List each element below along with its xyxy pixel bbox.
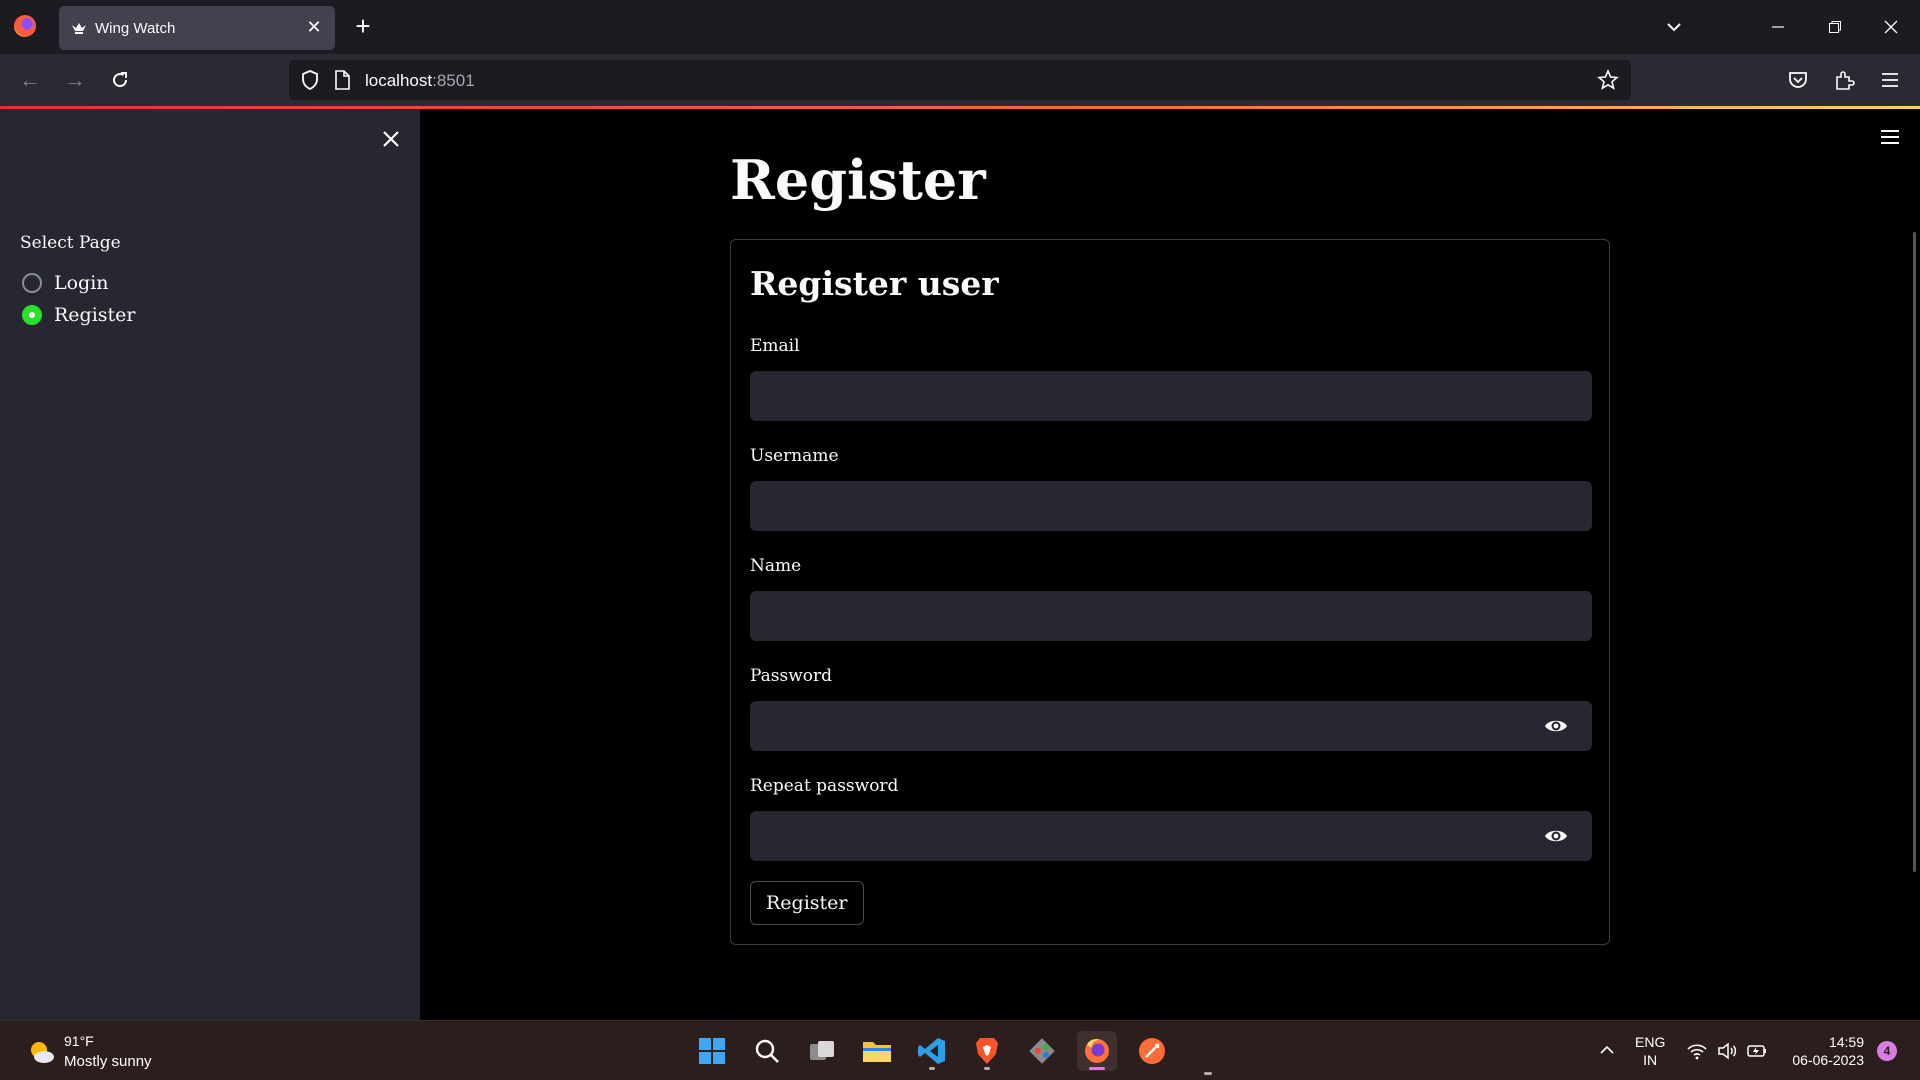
git-button[interactable] xyxy=(1022,1031,1062,1071)
browser-nav-bar: ← → localhost:8501 xyxy=(0,54,1920,106)
search-icon xyxy=(755,1039,779,1063)
show-password-eye-icon[interactable] xyxy=(1543,713,1569,739)
battery-charging-icon[interactable] xyxy=(1746,1040,1768,1062)
new-tab-button[interactable]: + xyxy=(349,13,377,41)
radio-selected-icon[interactable] xyxy=(22,305,42,325)
page-scrollbar[interactable] xyxy=(1913,232,1916,872)
url-text: localhost:8501 xyxy=(365,71,475,90)
task-view-icon xyxy=(810,1041,834,1060)
username-label: Username xyxy=(750,446,839,466)
username-field[interactable] xyxy=(750,481,1592,531)
minimize-icon[interactable] xyxy=(1763,12,1793,42)
password-label: Password xyxy=(750,666,833,686)
file-explorer-button[interactable] xyxy=(857,1031,897,1071)
back-arrow-icon[interactable]: ← xyxy=(14,64,46,96)
firefox-icon xyxy=(1085,1039,1109,1063)
clock-time: 14:59 xyxy=(1828,1034,1864,1050)
weather-description[interactable]: Mostly sunny xyxy=(64,1053,152,1070)
browser-tab-bar: Wing Watch ✕ + xyxy=(0,0,1920,54)
select-page-label: Select Page xyxy=(20,233,121,253)
running-indicator xyxy=(984,1067,990,1070)
clock-date: 06-06-2023 xyxy=(1792,1052,1864,1068)
region-code: IN xyxy=(1643,1052,1658,1068)
password-field[interactable] xyxy=(750,701,1592,751)
pocket-icon[interactable] xyxy=(1787,69,1809,91)
radio-label: Register xyxy=(54,304,136,326)
running-indicator xyxy=(1204,1072,1212,1075)
url-bar[interactable]: localhost:8501 xyxy=(289,60,1631,100)
windows-taskbar: 91°F Mostly sunny ENG IN 14:59 06-06-202… xyxy=(0,1020,1920,1080)
input-language-indicator[interactable]: ENG IN xyxy=(1635,1033,1665,1069)
radio-label: Login xyxy=(54,272,109,294)
reload-icon[interactable] xyxy=(104,64,136,96)
partly-sunny-weather-icon[interactable] xyxy=(26,1037,56,1067)
close-tab-icon[interactable]: ✕ xyxy=(303,16,325,38)
list-all-tabs-icon[interactable] xyxy=(1659,12,1689,42)
radio-option-login[interactable]: Login xyxy=(22,269,109,297)
postman-button[interactable] xyxy=(1132,1031,1172,1071)
tab-title: Wing Watch xyxy=(95,20,176,37)
register-form: Register user Email Username Name Passwo… xyxy=(730,239,1610,945)
page-icon[interactable] xyxy=(331,69,353,91)
vscode-button[interactable] xyxy=(912,1031,952,1071)
task-view-button[interactable] xyxy=(802,1031,842,1071)
bookmark-star-icon[interactable] xyxy=(1597,69,1619,91)
name-label: Name xyxy=(750,556,802,576)
brave-icon xyxy=(976,1038,998,1064)
shield-icon[interactable] xyxy=(299,69,321,91)
browser-tab[interactable]: Wing Watch ✕ xyxy=(59,6,335,50)
postman-icon xyxy=(1139,1038,1165,1064)
register-button[interactable]: Register xyxy=(750,881,864,925)
sidebar: Select Page Login Register xyxy=(0,109,420,1020)
taskbar-search-button[interactable] xyxy=(747,1031,787,1071)
system-clock[interactable]: 14:59 06-06-2023 xyxy=(1784,1033,1864,1069)
notification-count-badge[interactable]: 4 xyxy=(1877,1041,1897,1061)
weather-temperature[interactable]: 91°F xyxy=(64,1033,94,1049)
radio-option-register[interactable]: Register xyxy=(22,301,136,329)
repeat-password-field[interactable] xyxy=(750,811,1592,861)
email-field[interactable] xyxy=(750,371,1592,421)
extensions-icon[interactable] xyxy=(1833,69,1855,91)
forward-arrow-icon[interactable]: → xyxy=(59,64,91,96)
active-indicator xyxy=(1089,1067,1105,1070)
restore-icon[interactable] xyxy=(1820,12,1850,42)
hamburger-menu-icon[interactable] xyxy=(1876,126,1904,148)
radio-unselected-icon[interactable] xyxy=(22,273,42,293)
show-hidden-icons-chevron-icon[interactable] xyxy=(1598,1041,1616,1059)
running-indicator xyxy=(929,1067,935,1070)
crown-favicon-icon xyxy=(72,23,86,34)
git-icon xyxy=(1029,1038,1055,1064)
email-label: Email xyxy=(750,336,800,356)
close-window-icon[interactable] xyxy=(1876,12,1906,42)
page-title: Register xyxy=(730,148,986,212)
name-field[interactable] xyxy=(750,591,1592,641)
volume-icon[interactable] xyxy=(1716,1040,1738,1062)
language-code: ENG xyxy=(1635,1034,1666,1050)
form-title: Register user xyxy=(750,264,999,303)
file-explorer-icon xyxy=(863,1042,891,1062)
start-button[interactable] xyxy=(692,1031,732,1071)
wifi-icon[interactable] xyxy=(1686,1040,1708,1062)
app-menu-icon[interactable] xyxy=(1879,69,1901,91)
brave-button[interactable] xyxy=(967,1031,1007,1071)
windows-start-icon xyxy=(699,1038,725,1064)
firefox-icon[interactable] xyxy=(14,15,36,37)
close-sidebar-icon[interactable] xyxy=(377,125,405,153)
repeat-password-label: Repeat password xyxy=(750,776,899,796)
show-repeat-password-eye-icon[interactable] xyxy=(1543,823,1569,849)
vscode-icon xyxy=(918,1038,945,1064)
firefox-taskbar-button[interactable] xyxy=(1077,1031,1117,1071)
